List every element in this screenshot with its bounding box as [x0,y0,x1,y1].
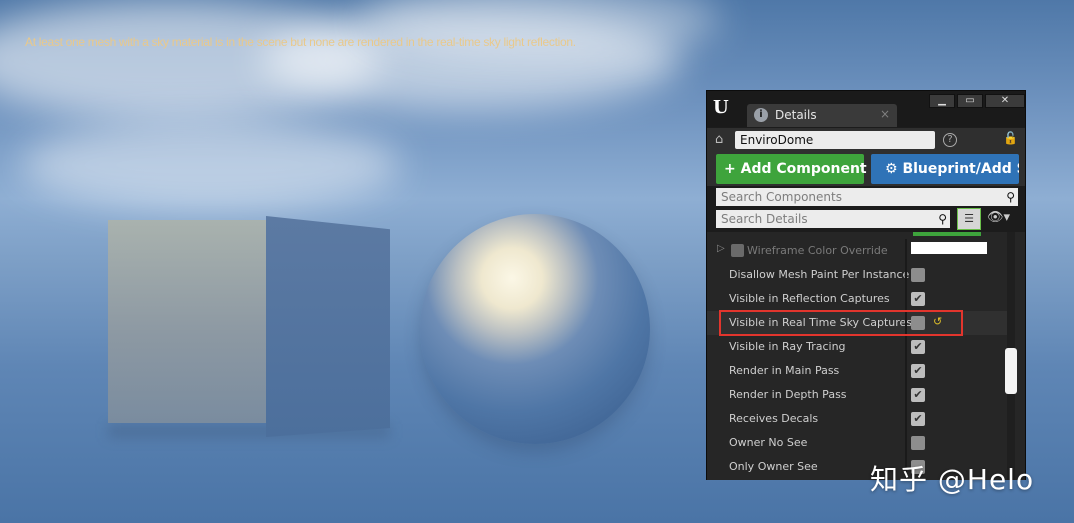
lock-icon[interactable]: 🔓 [1003,131,1018,145]
blueprint-gears-icon: ⚙ [885,161,903,177]
scrollbar-thumb[interactable] [1005,348,1017,394]
search-icon: ⚲ [938,212,947,226]
blueprint-button-label: Blueprint/Add Script [902,161,1019,177]
property-label: Disallow Mesh Paint Per Instance [729,268,910,281]
search-components-input[interactable]: Search Components ⚲ [716,188,1018,206]
tab-close-icon[interactable]: × [880,107,890,121]
minimize-button[interactable]: ▁ [929,94,955,108]
property-checkbox[interactable]: ✔ [911,292,925,306]
color-swatch[interactable] [911,242,987,254]
column-divider[interactable] [905,263,907,287]
property-label: Visible in Ray Tracing [729,340,846,353]
maximize-button[interactable]: ▭ [957,94,983,108]
watermark: 知乎 @Helo [870,463,1035,496]
close-button[interactable]: ✕ [985,94,1025,108]
property-row[interactable]: ▷ Wireframe Color Override [707,239,1007,263]
search-icon: ⚲ [1006,190,1015,204]
property-label: Only Owner See [729,460,818,473]
cube-mesh-side[interactable] [266,216,390,437]
search-details-placeholder: Search Details [721,212,808,226]
property-list: ▷ Wireframe Color Override Disallow Mesh P… [707,232,1025,480]
sky-capture-warning: At least one mesh with a sky material is… [25,35,576,49]
eye-icon[interactable]: 👁▾ [987,210,1010,225]
property-row[interactable]: Disallow Mesh Paint Per Instance [707,263,1007,287]
blueprint-add-script-button[interactable]: ⚙ Blueprint/Add Script [871,154,1019,184]
property-label: Visible in Reflection Captures [729,292,890,305]
list-view-icon[interactable]: ☰ [957,208,981,230]
selected-indicator [913,232,981,236]
property-label: Render in Depth Pass [729,388,847,401]
property-label: Wireframe Color Override [747,244,888,257]
tab-details[interactable]: i Details × [747,104,897,127]
property-rows: ▷ Wireframe Color Override Disallow Mesh P… [707,239,1007,479]
search-components-placeholder: Search Components [721,190,842,204]
property-checkbox[interactable] [911,268,925,282]
help-icon[interactable]: ? [943,133,957,147]
actor-icon: ⌂ [715,132,724,147]
property-row[interactable]: Render in Depth Pass ✔ [707,383,1007,407]
column-divider[interactable] [905,287,907,311]
property-row[interactable]: Visible in Ray Tracing ✔ [707,335,1007,359]
property-label: Render in Main Pass [729,364,840,377]
override-checkbox[interactable] [731,244,744,257]
column-divider[interactable] [905,335,907,359]
tab-details-label: Details [775,108,817,122]
column-divider[interactable] [905,383,907,407]
add-component-button[interactable]: + Add Component ▾ [716,154,879,184]
window-buttons: ▁ ▭ ✕ [929,94,1027,110]
unreal-logo-icon: U [713,97,729,118]
property-row[interactable]: Visible in Reflection Captures ✔ [707,287,1007,311]
cube-mesh-front[interactable] [108,220,266,423]
property-row[interactable]: Owner No See [707,431,1007,455]
actor-name-field[interactable]: EnviroDome [735,131,935,149]
cloud [20,120,400,210]
actor-row: ⌂ EnviroDome ? 🔓 [707,128,1025,152]
column-divider[interactable] [905,407,907,431]
property-label: Receives Decals [729,412,819,425]
property-row[interactable]: Render in Main Pass ✔ [707,359,1007,383]
property-checkbox[interactable]: ✔ [911,388,925,402]
details-panel: U i Details × ▁ ▭ ✕ ⌂ EnviroDome ? 🔓 + A… [706,90,1026,480]
property-checkbox[interactable]: ✔ [911,364,925,378]
details-icon: i [754,108,768,122]
expander-icon[interactable]: ▷ [717,243,725,254]
property-checkbox[interactable]: ✔ [911,340,925,354]
sphere-mesh[interactable] [420,214,650,444]
column-divider[interactable] [905,431,907,455]
search-details-input[interactable]: Search Details ⚲ [716,210,950,228]
column-divider[interactable] [905,359,907,383]
details-titlebar[interactable]: U i Details × ▁ ▭ ✕ [707,91,1025,127]
property-checkbox[interactable]: ✔ [911,412,925,426]
column-divider[interactable] [905,239,907,263]
property-label: Owner No See [729,436,808,449]
property-row[interactable]: Receives Decals ✔ [707,407,1007,431]
annotation-highlight-box [719,310,963,336]
component-buttons-row: + Add Component ▾ ⚙ Blueprint/Add Script [707,152,1025,186]
property-checkbox[interactable] [911,436,925,450]
